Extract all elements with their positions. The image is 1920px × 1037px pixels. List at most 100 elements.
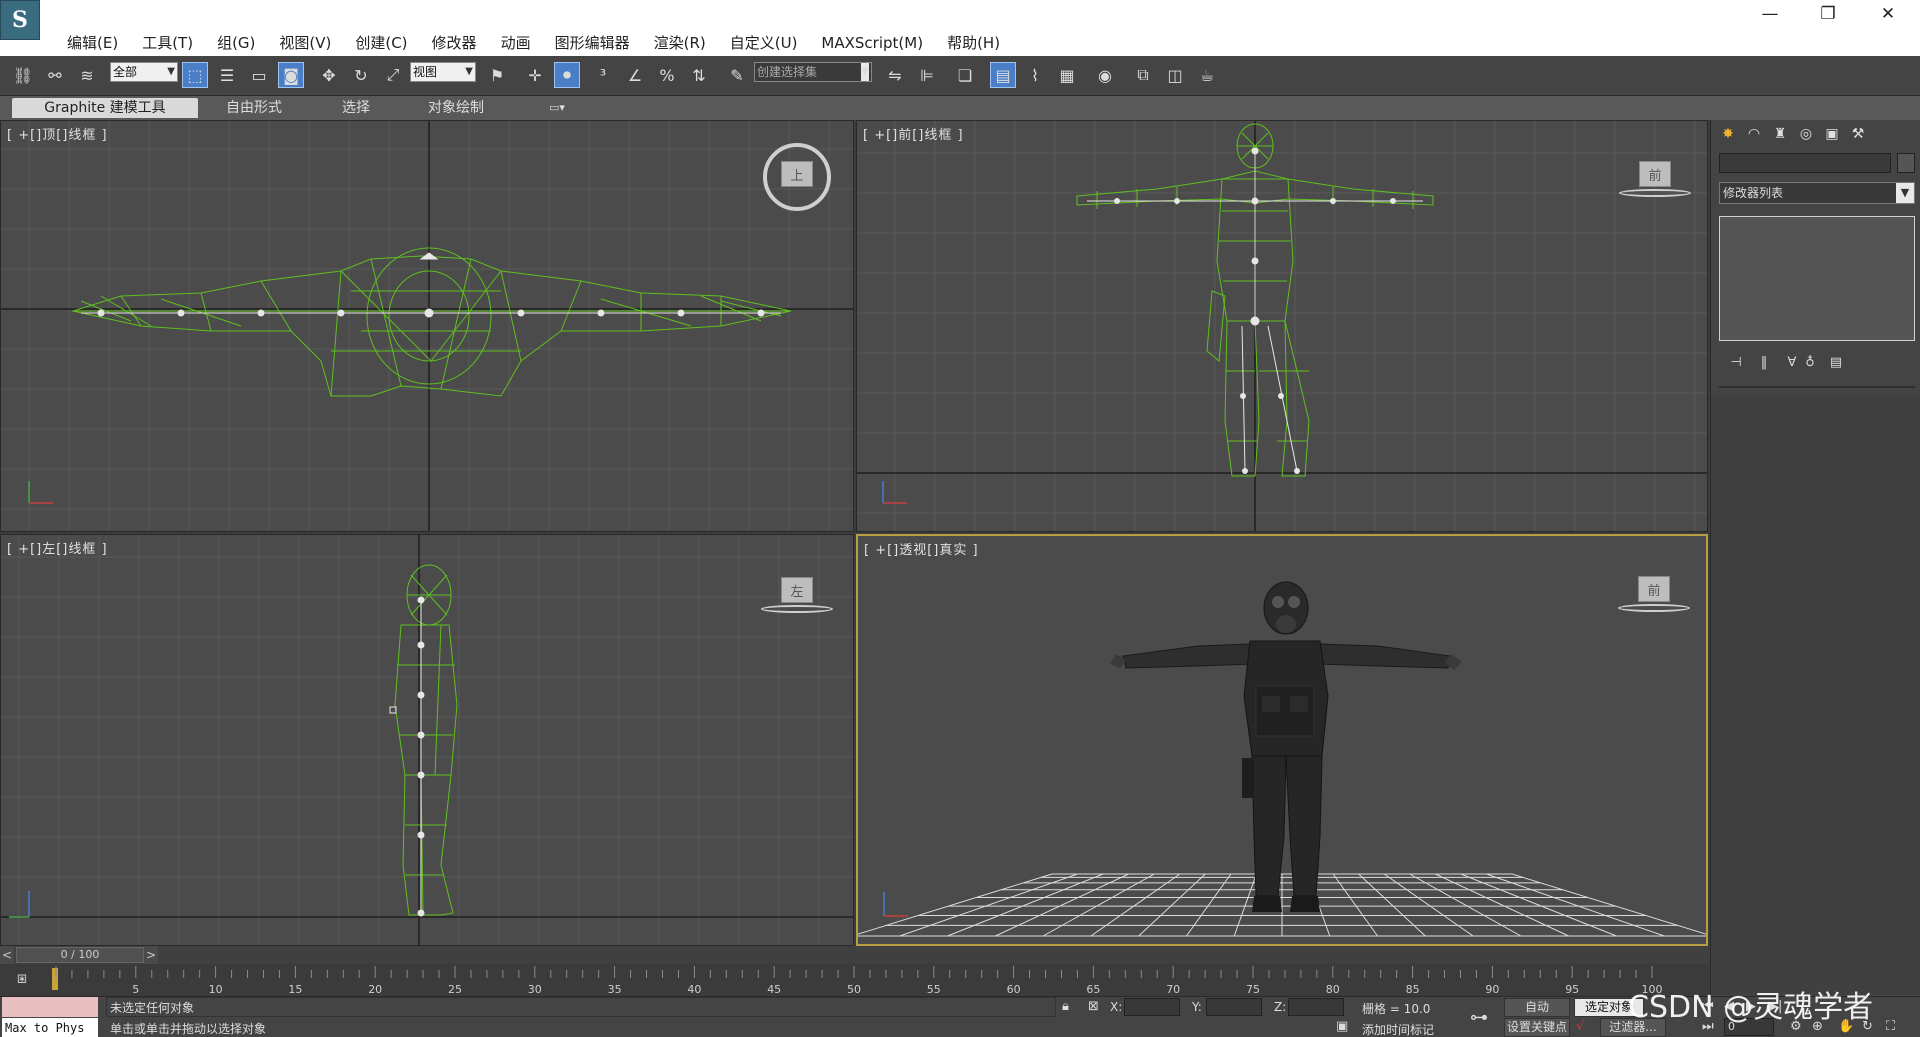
- configure-modifier-sets-icon[interactable]: ▤: [1825, 352, 1847, 372]
- modifier-stack-list[interactable]: [1719, 216, 1915, 341]
- viewport-perspective[interactable]: [ +[]透视[]真实 ] 前: [856, 534, 1708, 946]
- menu-edit[interactable]: 编辑(E): [55, 32, 130, 54]
- ribbon-options-icon[interactable]: ▭▾: [540, 98, 574, 118]
- add-time-tag-text[interactable]: 添加时间标记: [1362, 1021, 1434, 1037]
- select-object-icon[interactable]: ⬚: [182, 62, 208, 88]
- viewport-top-label[interactable]: [ +[]顶[]线框 ]: [7, 124, 108, 143]
- spinner-snap-icon[interactable]: ⇅: [686, 62, 712, 88]
- maxscript-listener-input[interactable]: Max to Phys: [2, 1018, 98, 1037]
- object-color-swatch[interactable]: [1897, 153, 1915, 173]
- viewcube-top[interactable]: 上: [781, 161, 813, 187]
- link-icon[interactable]: ⛓: [10, 62, 36, 88]
- render-production-icon[interactable]: ☕: [1194, 62, 1220, 88]
- menu-rendering[interactable]: 渲染(R): [642, 32, 718, 54]
- viewport-left[interactable]: [ +[]左[]线框 ] 左: [0, 534, 854, 946]
- object-name-input[interactable]: [1719, 153, 1891, 173]
- viewcube-ring[interactable]: [761, 605, 833, 613]
- key-icon[interactable]: ⊶: [1470, 1007, 1488, 1028]
- selection-lock-icon[interactable]: 🔒︎: [1062, 999, 1069, 1014]
- modifier-list-dropdown[interactable]: 修改器列表 ▼: [1719, 182, 1915, 204]
- menu-views[interactable]: 视图(V): [267, 32, 343, 54]
- align-icon[interactable]: ⊫: [914, 62, 940, 88]
- pivot-center-icon[interactable]: ⚑: [484, 62, 510, 88]
- selection-filter-dropdown[interactable]: 全部 ▼: [110, 62, 178, 82]
- remove-modifier-icon[interactable]: ♁: [1799, 352, 1821, 372]
- viewcube-ring[interactable]: [1618, 604, 1690, 612]
- viewport-perspective-label[interactable]: [ +[]透视[]真实 ]: [864, 539, 979, 558]
- keyboard-shortcut-override-icon[interactable]: ⏺: [554, 62, 580, 88]
- trackbar[interactable]: ⧆ 5 10 15 20 25 30 35 40 45 50 55 60 65 70 75 80 85 90 95 1…: [0, 964, 1710, 996]
- time-slider[interactable]: < 0 / 100 >: [0, 946, 1710, 964]
- snaps-toggle-icon[interactable]: ³: [590, 62, 616, 88]
- restore-button[interactable]: ❐: [1800, 0, 1856, 28]
- bind-space-warp-icon[interactable]: ≋: [74, 62, 100, 88]
- menu-customize[interactable]: 自定义(U): [718, 32, 810, 54]
- modify-tab-icon[interactable]: ◠: [1743, 123, 1765, 145]
- reference-coordinate-dropdown[interactable]: 视图 ▼: [410, 62, 476, 82]
- tab-freeform[interactable]: 自由形式: [214, 98, 294, 118]
- tab-graphite-modeling[interactable]: Graphite 建模工具: [12, 98, 198, 118]
- viewcube-front[interactable]: 前: [1639, 161, 1671, 187]
- time-slider-thumb[interactable]: 0 / 100: [16, 947, 144, 963]
- move-icon[interactable]: ✥: [316, 62, 342, 88]
- angle-snap-icon[interactable]: ∠: [622, 62, 648, 88]
- tab-object-paint[interactable]: 对象绘制: [414, 98, 498, 118]
- schematic-view-icon[interactable]: ▦: [1054, 62, 1080, 88]
- display-tab-icon[interactable]: ▣: [1821, 123, 1843, 145]
- rotate-icon[interactable]: ↻: [348, 62, 374, 88]
- x-coord-input[interactable]: [1124, 998, 1180, 1016]
- menu-animation[interactable]: 动画: [489, 32, 543, 54]
- time-slider-prev-icon[interactable]: <: [0, 946, 14, 964]
- viewport-front[interactable]: [ +[]前[]线框 ] 前: [856, 120, 1708, 532]
- menu-create[interactable]: 创建(C): [343, 32, 419, 54]
- close-button[interactable]: ✕: [1860, 0, 1916, 28]
- hierarchy-tab-icon[interactable]: ♜: [1769, 123, 1791, 145]
- toggle-ribbon-icon[interactable]: ▤: [990, 62, 1016, 88]
- menu-graph-editors[interactable]: 图形编辑器: [543, 32, 642, 54]
- layer-explorer-icon[interactable]: ❏: [952, 62, 978, 88]
- create-tab-icon[interactable]: ✸: [1717, 123, 1739, 145]
- minimize-button[interactable]: —: [1742, 0, 1798, 28]
- scale-icon[interactable]: ⤢: [380, 62, 406, 88]
- rectangular-selection-icon[interactable]: ▭: [246, 62, 272, 88]
- auto-key-button[interactable]: 自动: [1504, 998, 1570, 1017]
- menu-modifiers[interactable]: 修改器: [420, 32, 489, 54]
- named-selection-sets-input[interactable]: 创建选择集 ▼: [754, 62, 872, 82]
- tab-selection[interactable]: 选择: [326, 98, 386, 118]
- pin-stack-icon[interactable]: ⊣: [1725, 352, 1747, 372]
- menu-group[interactable]: 组(G): [205, 32, 267, 54]
- unlink-icon[interactable]: ⚯: [42, 62, 68, 88]
- menu-maxscript[interactable]: MAXScript(M): [809, 32, 935, 54]
- edit-named-selection-icon[interactable]: ✎: [724, 62, 750, 88]
- window-crossing-icon[interactable]: ◙: [278, 62, 304, 88]
- render-setup-icon[interactable]: ⧉: [1130, 62, 1156, 88]
- viewport-top[interactable]: [ +[]顶[]线框 ] 上: [0, 120, 854, 532]
- time-slider-next-icon[interactable]: >: [144, 946, 158, 964]
- show-end-result-icon[interactable]: ‖: [1753, 352, 1775, 372]
- menu-tools[interactable]: 工具(T): [130, 32, 205, 54]
- select-by-name-icon[interactable]: ☰: [214, 62, 240, 88]
- y-coord-input[interactable]: [1206, 998, 1262, 1016]
- z-coord-input[interactable]: [1288, 998, 1344, 1016]
- maximize-viewport-icon[interactable]: ⛶: [1886, 1019, 1895, 1034]
- utilities-tab-icon[interactable]: ⚒: [1847, 123, 1869, 145]
- motion-tab-icon[interactable]: ◎: [1795, 123, 1817, 145]
- viewport-front-label[interactable]: [ +[]前[]线框 ]: [863, 124, 964, 143]
- set-key-button[interactable]: 设置关键点: [1504, 1018, 1570, 1037]
- menu-help[interactable]: 帮助(H): [935, 32, 1012, 54]
- select-manipulate-icon[interactable]: ✛: [522, 62, 548, 88]
- viewcube-perspective[interactable]: 前: [1638, 576, 1670, 602]
- app-logo-icon[interactable]: S: [0, 0, 40, 40]
- material-editor-icon[interactable]: ◉: [1092, 62, 1118, 88]
- maxscript-listener-mini[interactable]: [2, 997, 98, 1017]
- mirror-icon[interactable]: ⇋: [882, 62, 908, 88]
- viewcube-left[interactable]: 左: [781, 577, 813, 603]
- time-tag-icon[interactable]: ▣: [1336, 1019, 1348, 1034]
- key-mode-icon[interactable]: √: [1576, 1019, 1584, 1034]
- absolute-relative-toggle-icon[interactable]: ⊠: [1088, 999, 1099, 1014]
- rendered-frame-window-icon[interactable]: ◫: [1162, 62, 1188, 88]
- viewport-left-label[interactable]: [ +[]左[]线框 ]: [7, 538, 108, 557]
- curve-editor-icon[interactable]: ⌇: [1022, 62, 1048, 88]
- percent-snap-icon[interactable]: %: [654, 62, 680, 88]
- viewcube-ring[interactable]: [1619, 189, 1691, 197]
